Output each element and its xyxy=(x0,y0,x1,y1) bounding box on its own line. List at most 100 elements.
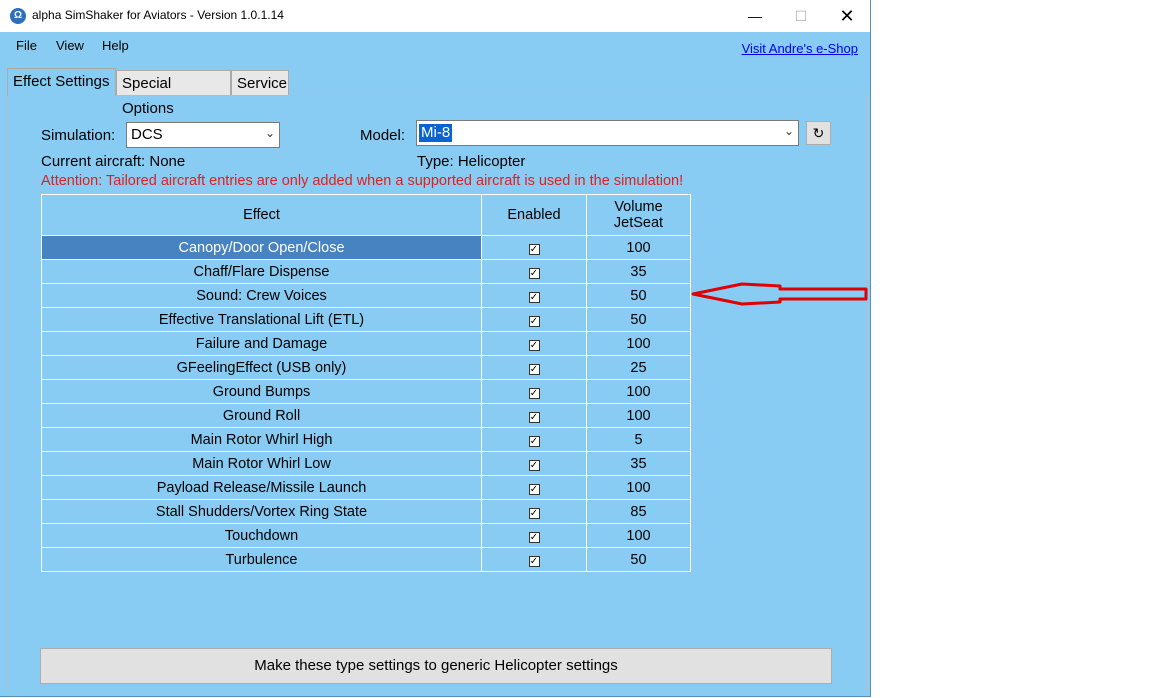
table-header-row: Effect Enabled Volume JetSeat xyxy=(41,194,691,236)
effect-name-cell[interactable]: Ground Bumps xyxy=(41,379,482,404)
enabled-cell: ✓ xyxy=(481,259,587,284)
enabled-checkbox[interactable]: ✓ xyxy=(528,291,540,303)
table-row[interactable]: Ground Roll ✓ 100 xyxy=(41,403,691,428)
enabled-checkbox[interactable]: ✓ xyxy=(528,531,540,543)
enabled-cell: ✓ xyxy=(481,475,587,500)
effect-name-cell[interactable]: Ground Roll xyxy=(41,403,482,428)
effect-name-cell[interactable]: Payload Release/Missile Launch xyxy=(41,475,482,500)
volume-cell[interactable]: 100 xyxy=(586,403,691,428)
enabled-checkbox[interactable]: ✓ xyxy=(528,435,540,447)
close-button[interactable]: ✕ xyxy=(824,0,870,32)
volume-cell[interactable]: 100 xyxy=(586,523,691,548)
refresh-button[interactable]: ↻ xyxy=(806,121,831,145)
tab-special-options[interactable]: Special Options xyxy=(116,70,231,117)
column-header-enabled[interactable]: Enabled xyxy=(481,194,587,236)
table-row[interactable]: Main Rotor Whirl High ✓ 5 xyxy=(41,427,691,452)
volume-cell[interactable]: 35 xyxy=(586,259,691,284)
enabled-cell: ✓ xyxy=(481,547,587,572)
simulation-value: DCS xyxy=(131,126,163,143)
tab-service[interactable]: Service xyxy=(231,70,289,95)
table-row[interactable]: Ground Bumps ✓ 100 xyxy=(41,379,691,404)
volume-cell[interactable]: 100 xyxy=(586,235,691,260)
table-row[interactable]: Chaff/Flare Dispense ✓ 35 xyxy=(41,259,691,284)
enabled-cell: ✓ xyxy=(481,451,587,476)
chevron-down-icon: ⌄ xyxy=(783,124,794,138)
table-row[interactable]: GFeelingEffect (USB only) ✓ 25 xyxy=(41,355,691,380)
enabled-checkbox[interactable]: ✓ xyxy=(528,243,540,255)
column-header-volume[interactable]: Volume JetSeat xyxy=(586,194,691,236)
model-value: Mi-8 xyxy=(419,124,453,142)
table-row[interactable]: Stall Shudders/Vortex Ring State ✓ 85 xyxy=(41,499,691,524)
volume-cell[interactable]: 25 xyxy=(586,355,691,380)
effect-name-cell[interactable]: Main Rotor Whirl Low xyxy=(41,451,482,476)
model-label: Model: xyxy=(360,127,406,144)
attention-message: Attention: Tailored aircraft entries are… xyxy=(41,173,684,189)
volume-cell[interactable]: 100 xyxy=(586,379,691,404)
menu-help[interactable]: Help xyxy=(102,38,129,53)
table-row[interactable]: Turbulence ✓ 50 xyxy=(41,547,691,572)
table-row[interactable]: Sound: Crew Voices ✓ 50 xyxy=(41,283,691,308)
app-logo-icon: Ω xyxy=(10,8,26,24)
enabled-checkbox[interactable]: ✓ xyxy=(528,411,540,423)
effect-name-cell[interactable]: Touchdown xyxy=(41,523,482,548)
enabled-checkbox[interactable]: ✓ xyxy=(528,267,540,279)
apply-generic-helicopter-button[interactable]: Make these type settings to generic Heli… xyxy=(40,648,832,684)
table-row[interactable]: Touchdown ✓ 100 xyxy=(41,523,691,548)
enabled-cell: ✓ xyxy=(481,523,587,548)
enabled-checkbox[interactable]: ✓ xyxy=(528,387,540,399)
effect-name-cell[interactable]: Sound: Crew Voices xyxy=(41,283,482,308)
enabled-checkbox[interactable]: ✓ xyxy=(528,459,540,471)
enabled-checkbox[interactable]: ✓ xyxy=(528,363,540,375)
volume-cell[interactable]: 50 xyxy=(586,283,691,308)
effect-name-cell[interactable]: Chaff/Flare Dispense xyxy=(41,259,482,284)
enabled-checkbox[interactable]: ✓ xyxy=(528,507,540,519)
volume-cell[interactable]: 85 xyxy=(586,499,691,524)
current-aircraft: Current aircraft: None xyxy=(41,153,186,170)
volume-cell[interactable]: 50 xyxy=(586,307,691,332)
simulation-label: Simulation: xyxy=(41,127,116,144)
menu-bar: File View Help Visit Andre's e-Shop xyxy=(0,36,870,56)
enabled-cell: ✓ xyxy=(481,427,587,452)
effects-table: Effect Enabled Volume JetSeat Canopy/Doo… xyxy=(41,194,691,572)
table-row[interactable]: Payload Release/Missile Launch ✓ 100 xyxy=(41,475,691,500)
simulation-select[interactable]: DCS ⌄ xyxy=(126,122,280,148)
enabled-checkbox[interactable]: ✓ xyxy=(528,483,540,495)
effect-name-cell[interactable]: Canopy/Door Open/Close xyxy=(41,235,482,260)
table-row[interactable]: Failure and Damage ✓ 100 xyxy=(41,331,691,356)
table-row[interactable]: Canopy/Door Open/Close ✓ 100 xyxy=(41,235,691,260)
enabled-cell: ✓ xyxy=(481,307,587,332)
effect-name-cell[interactable]: Turbulence xyxy=(41,547,482,572)
refresh-icon: ↻ xyxy=(812,125,825,141)
enabled-checkbox[interactable]: ✓ xyxy=(528,315,540,327)
table-row[interactable]: Effective Translational Lift (ETL) ✓ 50 xyxy=(41,307,691,332)
enabled-cell: ✓ xyxy=(481,283,587,308)
minimize-button[interactable]: — xyxy=(732,0,778,32)
app-window: Ω alpha SimShaker for Aviators - Version… xyxy=(0,0,871,697)
enabled-checkbox[interactable]: ✓ xyxy=(528,555,540,567)
enabled-cell: ✓ xyxy=(481,331,587,356)
table-row[interactable]: Main Rotor Whirl Low ✓ 35 xyxy=(41,451,691,476)
volume-cell[interactable]: 50 xyxy=(586,547,691,572)
effect-name-cell[interactable]: GFeelingEffect (USB only) xyxy=(41,355,482,380)
model-select[interactable]: Mi-8 ⌄ xyxy=(416,120,799,146)
effect-name-cell[interactable]: Stall Shudders/Vortex Ring State xyxy=(41,499,482,524)
volume-cell[interactable]: 100 xyxy=(586,475,691,500)
maximize-button[interactable]: ☐ xyxy=(778,0,824,32)
window-title: alpha SimShaker for Aviators - Version 1… xyxy=(32,8,284,22)
red-arrow-annotation xyxy=(691,282,868,306)
enabled-cell: ✓ xyxy=(481,379,587,404)
effect-name-cell[interactable]: Main Rotor Whirl High xyxy=(41,427,482,452)
title-bar[interactable]: Ω alpha SimShaker for Aviators - Version… xyxy=(0,0,870,32)
eshop-link[interactable]: Visit Andre's e-Shop xyxy=(742,41,858,56)
volume-cell[interactable]: 100 xyxy=(586,331,691,356)
menu-view[interactable]: View xyxy=(56,38,84,53)
enabled-cell: ✓ xyxy=(481,403,587,428)
volume-cell[interactable]: 5 xyxy=(586,427,691,452)
enabled-checkbox[interactable]: ✓ xyxy=(528,339,540,351)
tab-effect-settings[interactable]: Effect Settings xyxy=(7,68,116,96)
menu-file[interactable]: File xyxy=(16,38,37,53)
effect-name-cell[interactable]: Failure and Damage xyxy=(41,331,482,356)
effect-name-cell[interactable]: Effective Translational Lift (ETL) xyxy=(41,307,482,332)
volume-cell[interactable]: 35 xyxy=(586,451,691,476)
column-header-effect[interactable]: Effect xyxy=(41,194,482,236)
